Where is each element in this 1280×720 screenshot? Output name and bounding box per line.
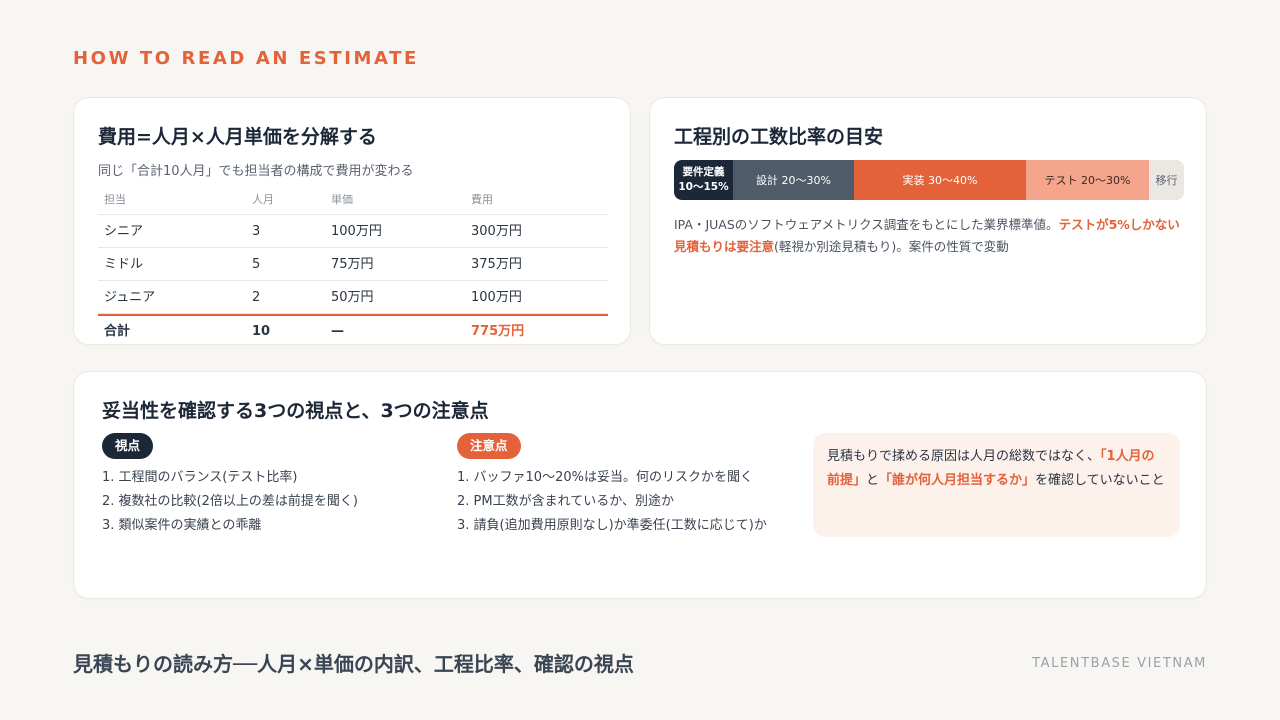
total-man-months: 10 [252,324,271,339]
key-point-callout: 見積もりで揉める原因は人月の総数ではなく、「1人月の前提」と「誰が何人月担当する… [813,433,1180,537]
table-row: シニア 3 100万円 300万円 [98,215,608,248]
table-header-row: 担当 人月 単価 費用 [98,192,608,215]
cell-cost: 375万円 [471,257,522,272]
viewpoints-badge: 視点 [102,433,154,459]
total-cost: 775万円 [471,324,525,339]
callout-text: と [866,473,880,488]
cost-table: 担当 人月 単価 費用 シニア 3 100万円 300万円 ミドル 5 75万円… [98,192,608,346]
segment-design: 設計 20〜30% [733,160,854,200]
callout-text: 見積もりで揉める原因は人月の総数ではなく、 [827,449,1101,464]
cell-man-months: 5 [252,257,261,272]
ratio-note-tail: (軽視か別途見積もり)。案件の性質で変動 [774,239,1009,254]
table-total-row: 合計 10 — 775万円 [98,314,608,346]
cell-unit-price: 75万円 [331,257,374,272]
cost-breakdown-card: 費用=人月×人月単価を分解する 同じ「合計10人月」でも担当者の構成で費用が変わ… [73,97,631,345]
ratio-note: IPA・JUASのソフトウェアメトリクス調査をもとにした業界標準値。テストが5%… [674,214,1184,258]
total-label: 合計 [104,324,131,339]
segment-migration: 移行 [1149,160,1184,200]
cell-unit-price: 50万円 [331,290,374,305]
segment-migration-label: 移行 [1155,173,1178,187]
segment-implementation: 実装 30〜40% [854,160,1026,200]
ratio-card-title: 工程別の工数比率の目安 [674,126,884,148]
cost-card-title: 費用=人月×人月単価を分解する [98,126,377,148]
viewpoints-list: 1. 工程間のバランス(テスト比率) 2. 複数社の比較(2倍以上の差は前提を聞… [102,466,358,538]
header-role: 担当 [104,193,126,206]
total-unit-price: — [331,324,344,339]
header-unit-price: 単価 [331,193,353,206]
phase-ratio-bar: 要件定義 10〜15% 設計 20〜30% 実装 30〜40% テスト 20〜3… [674,160,1184,200]
brand-label: TALENTBASE VIETNAM [1032,656,1207,671]
phase-ratio-card: 工程別の工数比率の目安 要件定義 10〜15% 設計 20〜30% 実装 30〜… [649,97,1207,345]
cell-unit-price: 100万円 [331,224,382,239]
cell-cost: 100万円 [471,290,522,305]
list-item: 3. 請負(追加費用原則なし)か準委任(工数に応じて)か [457,518,767,533]
segment-test-label: テスト 20〜30% [1044,173,1131,187]
cell-cost: 300万円 [471,224,522,239]
header-cost: 費用 [471,193,493,206]
validation-card: 妥当性を確認する3つの視点と、3つの注意点 視点 1. 工程間のバランス(テスト… [73,371,1207,599]
callout-emphasis-2: 「誰が何人月担当するか」 [879,473,1036,488]
segment-requirements-range: 10〜15% [678,181,729,193]
cautions-badge: 注意点 [457,433,521,459]
segment-implementation-label: 実装 30〜40% [902,173,978,187]
list-item: 3. 類似案件の実績との乖離 [102,518,262,533]
cautions-list: 1. バッファ10〜20%は妥当。何のリスクかを聞く 2. PM工数が含まれてい… [457,466,767,538]
eyebrow-label: HOW TO READ AN ESTIMATE [73,48,419,69]
cell-man-months: 3 [252,224,261,239]
list-item: 1. 工程間のバランス(テスト比率) [102,470,298,485]
table-row: ミドル 5 75万円 375万円 [98,248,608,281]
segment-requirements: 要件定義 10〜15% [674,160,733,200]
cell-role: シニア [104,224,144,239]
segment-test: テスト 20〜30% [1026,160,1149,200]
slide-title: 見積もりの読み方──人月×単価の内訳、工程比率、確認の視点 [73,652,634,676]
list-item: 1. バッファ10〜20%は妥当。何のリスクかを聞く [457,470,753,485]
cell-man-months: 2 [252,290,261,305]
cell-role: ジュニア [104,290,156,305]
table-row: ジュニア 2 50万円 100万円 [98,281,608,314]
list-item: 2. 複数社の比較(2倍以上の差は前提を聞く) [102,494,358,509]
cost-card-subtitle: 同じ「合計10人月」でも担当者の構成で費用が変わる [98,164,414,179]
callout-text: を確認していないこと [1035,473,1165,488]
cell-role: ミドル [104,257,144,272]
validation-card-title: 妥当性を確認する3つの視点と、3つの注意点 [102,400,489,422]
segment-design-label: 設計 20〜30% [756,173,831,187]
list-item: 2. PM工数が含まれているか、別途か [457,494,674,509]
segment-requirements-label: 要件定義 [682,166,725,178]
header-man-months: 人月 [252,193,274,206]
ratio-note-text: IPA・JUASのソフトウェアメトリクス調査をもとにした業界標準値。 [674,217,1059,232]
